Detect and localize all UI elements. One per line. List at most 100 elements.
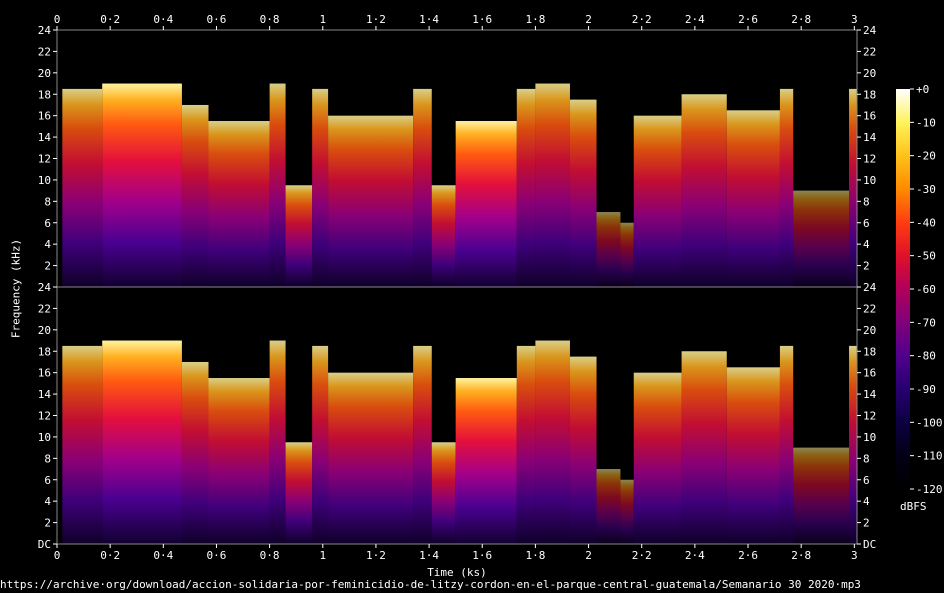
channel-1-plot [57, 30, 857, 288]
spectrogram-segment [455, 121, 517, 287]
y-tick-label: 8 [44, 452, 51, 465]
colorbar-tick-label: -120 [916, 483, 943, 496]
x-tick-label: 0·4 [153, 549, 173, 562]
x-tick-label: 1·8 [525, 13, 545, 26]
spectrogram-segment [431, 442, 456, 544]
spectrogram-segment [62, 345, 103, 544]
x-tick-label: 2·8 [791, 13, 811, 26]
y-tick-label: 2 [863, 260, 870, 273]
y-tick-label: 12 [863, 410, 876, 423]
x-tick-label: 0 [54, 549, 61, 562]
spectrogram-segment [793, 190, 850, 287]
spectrogram-segment [328, 115, 414, 288]
spectrogram-segment [596, 212, 621, 287]
y-tick-label: 2 [863, 517, 870, 530]
spectrogram-segment [793, 447, 850, 544]
colorbar-tick-label: -100 [916, 416, 943, 429]
x-tick-label: 2·2 [632, 549, 652, 562]
spectrogram-segment [596, 469, 621, 544]
spectrogram-segment [102, 340, 182, 544]
spectrogram-segment [849, 345, 857, 544]
y-tick-label: 18 [863, 345, 876, 358]
y-tick-label: 4 [44, 495, 51, 508]
y-tick-label: 22 [38, 302, 51, 315]
spectrogram-segment [208, 378, 270, 544]
spectrogram-segment [455, 378, 517, 544]
spectrogram-segment [535, 340, 570, 544]
spectrogram-segment [620, 222, 634, 287]
y-tick-label: 24 [863, 24, 877, 37]
channel-2-plot [57, 287, 857, 544]
y-tick-label: 4 [44, 238, 51, 251]
colorbar-tick-label: -10 [916, 116, 936, 129]
x-tick-label: 2·4 [685, 549, 705, 562]
y-tick-label: 10 [38, 431, 51, 444]
x-tick-label: 0 [54, 13, 61, 26]
spectrogram-segment [285, 442, 313, 544]
y-tick-label: 24 [38, 24, 52, 37]
colorbar-tick-label: +0 [916, 83, 929, 96]
x-tick-label: 1·6 [472, 549, 492, 562]
spectrogram-segment [633, 372, 682, 544]
y-tick-label: 16 [38, 367, 51, 380]
y-tick-label: 14 [863, 388, 877, 401]
y-tick-label: 12 [38, 153, 51, 166]
y-tick-label: 16 [863, 367, 876, 380]
y-tick-label: 18 [38, 88, 51, 101]
y-tick-label: 18 [863, 88, 876, 101]
x-tick-label: 0·6 [207, 549, 227, 562]
spectrogram-segment [62, 88, 103, 287]
x-tick-label: 3 [851, 549, 858, 562]
spectrogram-segment [726, 110, 780, 287]
spectrogram-segment [569, 99, 597, 288]
x-tick-label: 1·8 [525, 549, 545, 562]
y-tick-label: 6 [44, 217, 51, 230]
spectrogram-figure: 0 0 0·2 0·2 0·4 0·4 0·6 0·6 0·8 0·8 1 1 1·2 1·2 1·4 1·4… [38, 13, 943, 562]
y-tick-label: 20 [38, 324, 51, 337]
x-tick-label: 0·2 [100, 549, 120, 562]
colorbar-tick-label: -20 [916, 150, 936, 163]
y-tick-label: 20 [38, 67, 51, 80]
colorbar-tick-label: -60 [916, 283, 936, 296]
x-tick-label: 1·4 [419, 13, 439, 26]
y-tick-label: 22 [38, 45, 51, 58]
spectrogram-segment [312, 345, 329, 544]
y-tick-label: 22 [863, 302, 876, 315]
y-tick-label: 12 [38, 410, 51, 423]
x-tick-label: 2·4 [685, 13, 705, 26]
x-tick-label: 3 [851, 13, 858, 26]
x-tick-label: 2·6 [738, 549, 758, 562]
spectrogram-segment [413, 345, 432, 544]
y-tick-label: 20 [863, 67, 876, 80]
x-tick-label: 2·2 [632, 13, 652, 26]
y-tick-label: 4 [863, 495, 870, 508]
spectrogram-segment [181, 361, 209, 544]
spectrogram-segment [431, 185, 456, 287]
x-tick-label: 1 [319, 13, 326, 26]
y-tick-label: 6 [863, 474, 870, 487]
y-tick-label: 2 [44, 260, 51, 273]
colorbar-tick-label: -30 [916, 183, 936, 196]
x-tick-label: 1 [319, 549, 326, 562]
x-tick-label: 2·6 [738, 13, 758, 26]
x-tick-label: 2 [585, 13, 592, 26]
x-tick-label: 0·6 [207, 13, 227, 26]
spectrogram-segment [620, 479, 634, 544]
spectrogram-segment [328, 372, 414, 544]
spectrogram-segment [849, 88, 857, 287]
spectrogram-segment [779, 345, 794, 544]
spectrogram-segment [269, 340, 286, 544]
x-tick-label: 0·4 [153, 13, 173, 26]
y-tick-label: 14 [38, 131, 52, 144]
y-tick-label: 20 [863, 324, 876, 337]
colorbar-tick-label: -40 [916, 216, 936, 229]
x-tick-label: 2·8 [791, 549, 811, 562]
spectrogram-segment [102, 83, 182, 288]
y-tick-label: 6 [44, 474, 51, 487]
y-tick-label: 10 [863, 174, 876, 187]
y-tick-label: 4 [863, 238, 870, 251]
y-axis-label: Frequency (kHz) [9, 238, 23, 339]
spectrogram-segment [516, 345, 536, 544]
colorbar-tick-label: -110 [916, 450, 943, 463]
y-tick-label: 24 [38, 281, 52, 294]
